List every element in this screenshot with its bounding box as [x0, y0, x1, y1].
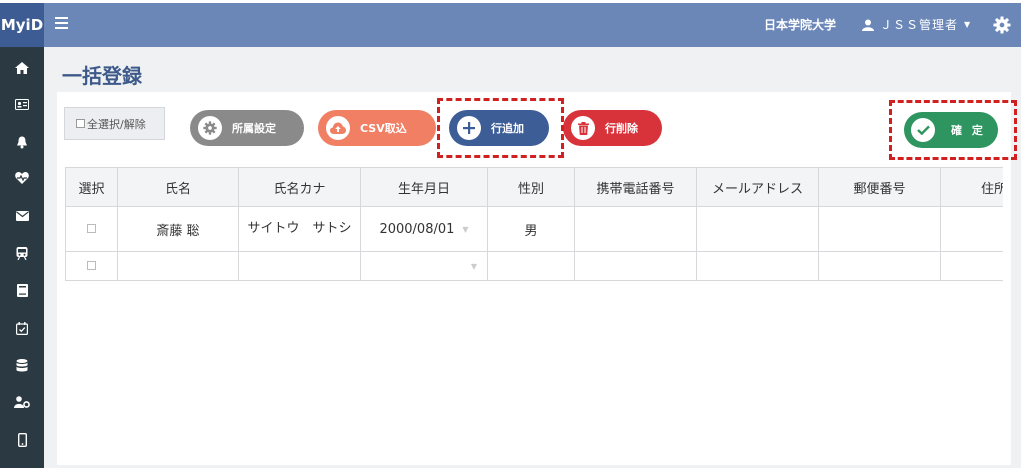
birthday-cell[interactable]: 2000/08/01 ▼: [360, 206, 488, 252]
header-address: 住所: [940, 167, 1003, 207]
birthday-value: 2000/08/01: [379, 221, 455, 237]
gender-cell[interactable]: [487, 251, 575, 281]
dropdown-arrow-icon[interactable]: ▼: [471, 262, 477, 271]
header-birthday: 生年月日: [360, 167, 488, 207]
highlight-confirm: [889, 100, 1017, 160]
delete-row-button[interactable]: 行削除: [563, 110, 662, 146]
page-title: 一括登録: [62, 64, 142, 88]
name-cell[interactable]: [117, 251, 239, 281]
cloud-upload-icon: [326, 116, 350, 140]
email-cell[interactable]: [696, 251, 819, 281]
header-gender: 性別: [487, 167, 575, 207]
row-select-cell: [65, 251, 118, 281]
select-all-label: 全選択/解除: [87, 117, 146, 131]
heart-pulse-icon[interactable]: [13, 169, 31, 187]
gear-icon: [198, 116, 222, 140]
row-checkbox[interactable]: [87, 260, 96, 270]
gender-cell[interactable]: 男: [487, 206, 575, 252]
highlight-add-row: [437, 98, 564, 158]
select-all-checkbox[interactable]: [76, 119, 85, 128]
user-icon: [862, 19, 874, 31]
select-all-button[interactable]: 全選択/解除: [64, 107, 165, 140]
address-cell[interactable]: [940, 251, 1003, 281]
phone-cell[interactable]: [574, 206, 697, 252]
email-cell[interactable]: [696, 206, 819, 252]
book-icon[interactable]: [13, 281, 31, 299]
table-row: 斎藤 聡 サイトウ サトシ 2000/08/01 ▼ 男: [65, 206, 1003, 252]
name-cell[interactable]: 斎藤 聡: [117, 206, 239, 252]
university-name: 日本学院大学: [764, 18, 837, 32]
postal-cell[interactable]: [818, 206, 941, 252]
affiliation-settings-button[interactable]: 所属設定: [190, 110, 304, 146]
sidebar: [0, 47, 44, 468]
phone-cell[interactable]: [574, 251, 697, 281]
user-name: ＪＳＳ管理者: [880, 18, 959, 32]
id-card-icon[interactable]: [13, 95, 31, 113]
affiliation-settings-label: 所属設定: [232, 122, 276, 135]
row-select-cell: [65, 206, 118, 252]
csv-import-button[interactable]: CSV取込: [318, 110, 436, 146]
header-name: 氏名: [117, 167, 239, 207]
row-checkbox[interactable]: [87, 223, 96, 233]
mobile-icon[interactable]: [13, 431, 31, 449]
kana-cell[interactable]: [238, 251, 361, 281]
menu-toggle-icon[interactable]: [55, 17, 68, 31]
kana-value: サイトウ サトシ: [247, 221, 352, 236]
header-phone: 携帯電話番号: [574, 167, 697, 207]
address-cell[interactable]: [940, 206, 1003, 252]
user-gear-icon[interactable]: [13, 393, 31, 411]
kana-cell[interactable]: サイトウ サトシ: [238, 206, 361, 252]
user-menu[interactable]: ＪＳＳ管理者 ▼: [862, 3, 970, 47]
top-bar: MyiD 日本学院大学 ＪＳＳ管理者 ▼: [0, 3, 1021, 47]
birthday-cell[interactable]: ▼: [360, 251, 488, 281]
mail-icon[interactable]: [13, 207, 31, 225]
csv-import-label: CSV取込: [360, 122, 407, 135]
registration-table: 選択 氏名 氏名カナ 生年月日 性別 携帯電話番号 メールアドレス 郵便番号 住…: [65, 167, 1003, 283]
header-email: メールアドレス: [696, 167, 819, 207]
postal-cell[interactable]: [818, 251, 941, 281]
train-icon[interactable]: [13, 244, 31, 262]
header-select: 選択: [65, 167, 118, 207]
trash-icon: [571, 116, 595, 140]
home-icon[interactable]: [13, 59, 31, 77]
bell-icon[interactable]: [13, 133, 31, 151]
table-row: ▼: [65, 251, 1003, 281]
calendar-check-icon[interactable]: [13, 319, 31, 337]
table-header-row: 選択 氏名 氏名カナ 生年月日 性別 携帯電話番号 メールアドレス 郵便番号 住…: [65, 167, 1003, 207]
header-kana: 氏名カナ: [238, 167, 361, 207]
caret-down-icon: ▼: [964, 20, 971, 29]
app-logo[interactable]: MyiD: [0, 3, 44, 47]
dropdown-arrow-icon[interactable]: ▼: [462, 225, 468, 234]
delete-row-label: 行削除: [605, 122, 638, 135]
database-icon[interactable]: [13, 356, 31, 374]
header-postal: 郵便番号: [818, 167, 941, 207]
gear-icon[interactable]: [993, 16, 1011, 34]
